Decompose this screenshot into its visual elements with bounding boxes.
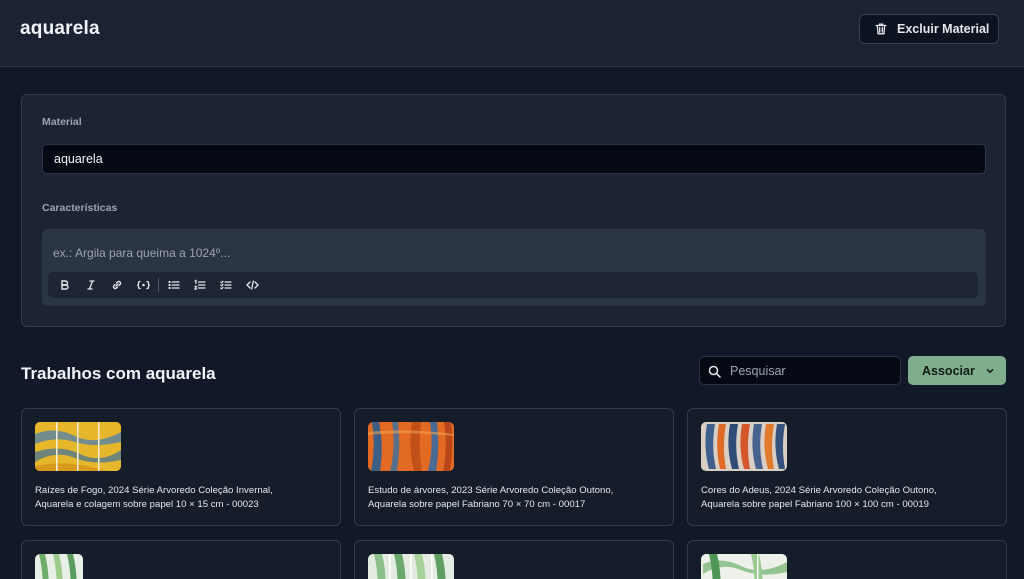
features-placeholder: ex.: Argila para queima a 1024º...	[53, 246, 231, 260]
material-label: Material	[42, 116, 82, 128]
toolbar-divider	[158, 278, 159, 292]
works-section-title: Trabalhos com aquarela	[21, 364, 216, 383]
link-icon	[112, 280, 122, 290]
artwork-caption: Estudo de árvores, 2023 Série Arvoredo C…	[368, 484, 663, 512]
page-title: aquarela	[20, 18, 100, 39]
editor-toolbar	[48, 272, 978, 298]
work-card[interactable]: Estudo de árvores, 2023 Série Arvoredo C…	[354, 408, 674, 526]
chevron-down-icon	[986, 368, 994, 373]
work-card[interactable]: Raízes de Fogo, 2024 Série Arvoredo Cole…	[21, 408, 341, 526]
associate-label: Associar	[922, 363, 975, 378]
features-label: Características	[42, 202, 118, 214]
bold-button[interactable]	[52, 274, 78, 296]
artwork-thumbnail	[368, 422, 454, 471]
artwork-thumbnail	[368, 554, 454, 579]
artwork-details: Aquarela sobre papel Fabriano 100 × 100 …	[701, 499, 930, 510]
delete-material-label: Excluir Material	[897, 22, 990, 36]
italic-icon	[87, 280, 95, 290]
trash-icon	[875, 23, 887, 35]
material-name-input[interactable]	[42, 144, 986, 174]
search-input[interactable]	[730, 357, 895, 384]
bold-icon	[61, 280, 69, 290]
artwork-title: Estudo de árvores, 2023 Série Arvoredo C…	[368, 485, 614, 496]
artwork-thumbnail	[701, 422, 787, 471]
artwork-details: Aquarela e colagem sobre papel 10 × 15 c…	[35, 499, 259, 510]
search-icon	[708, 365, 721, 378]
bullet-list-button[interactable]	[161, 274, 187, 296]
artwork-thumbnail	[35, 422, 121, 471]
work-card[interactable]	[687, 540, 1007, 579]
work-card[interactable]	[21, 540, 341, 579]
code-icon	[245, 280, 259, 290]
task-list-button[interactable]	[213, 274, 239, 296]
material-form-panel: Material Características ex.: Argila par…	[21, 94, 1006, 327]
associate-button[interactable]: Associar	[908, 356, 1006, 385]
work-card[interactable]: Cores do Adeus, 2024 Série Arvoredo Cole…	[687, 408, 1007, 526]
artwork-caption: Cores do Adeus, 2024 Série Arvoredo Cole…	[701, 484, 996, 512]
work-card[interactable]	[354, 540, 674, 579]
task-list-icon	[220, 280, 232, 290]
artwork-title: Raízes de Fogo, 2024 Série Arvoredo Cole…	[35, 485, 273, 496]
delete-material-button[interactable]: Excluir Material	[859, 14, 999, 44]
artwork-title: Cores do Adeus, 2024 Série Arvoredo Cole…	[701, 485, 937, 496]
italic-button[interactable]	[78, 274, 104, 296]
bullet-list-icon	[168, 280, 180, 290]
ordered-list-button[interactable]	[187, 274, 213, 296]
works-search[interactable]	[699, 356, 901, 385]
artwork-thumbnail	[701, 554, 787, 579]
code-block-icon	[136, 280, 150, 290]
link-button[interactable]	[104, 274, 130, 296]
inline-code-button[interactable]	[239, 274, 265, 296]
ordered-list-icon	[194, 279, 206, 290]
features-editor[interactable]: ex.: Argila para queima a 1024º...	[42, 229, 986, 306]
artwork-thumbnail	[35, 554, 83, 579]
code-block-button[interactable]	[130, 274, 156, 296]
top-bar: aquarela Excluir Material	[0, 0, 1024, 67]
artwork-caption: Raízes de Fogo, 2024 Série Arvoredo Cole…	[35, 484, 330, 512]
artwork-details: Aquarela sobre papel Fabriano 70 × 70 cm…	[368, 499, 586, 510]
